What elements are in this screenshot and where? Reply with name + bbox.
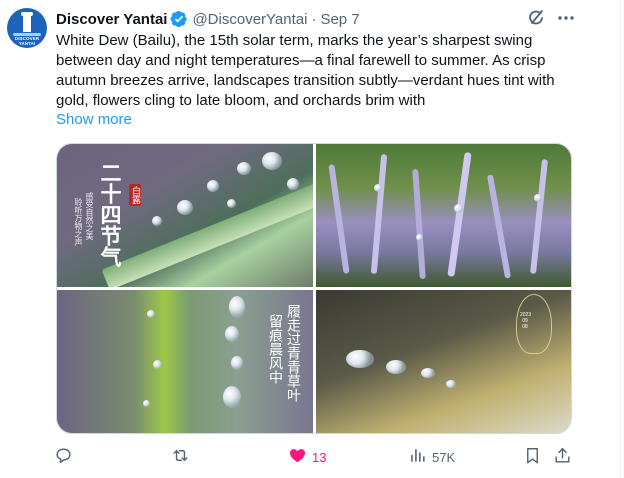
image-date: 2023 09 08 [520,312,532,330]
show-more-link[interactable]: Show more [56,110,132,130]
bookmark-button[interactable] [523,445,542,469]
avatar[interactable]: DISCOVER YANTAI [7,8,47,48]
author-handle[interactable]: @DiscoverYantai [192,11,307,28]
seal-stamp: 白露 [129,184,141,206]
more-options-icon[interactable] [556,8,576,28]
media-image-4[interactable]: 2023 09 08 [316,290,571,433]
timeline-border [620,0,621,478]
avatar-logo-text: DISCOVER YANTAI [14,36,40,46]
share-button[interactable] [553,445,572,469]
poem-column-2: 留痕晨风中 [267,314,283,384]
tweet-date[interactable]: Sep 7 [320,11,359,28]
reply-button[interactable] [54,445,78,469]
like-count: 13 [312,449,327,465]
views-count: 57K [432,449,456,465]
views-button[interactable]: 57K [408,445,455,469]
subtitle-line-1: 感受自然之美 [85,192,94,240]
subtitle-line-2: 聆听万物之声 [74,198,83,246]
tweet-text: White Dew (Bailu), the 15th solar term, … [56,32,555,109]
retweet-button[interactable] [171,445,195,469]
like-button[interactable]: 13 [288,445,326,469]
separator-dot: · [311,10,317,28]
media-image-2[interactable] [316,144,571,287]
retweet-icon [171,446,190,468]
author-name[interactable]: Discover Yantai [56,11,167,28]
views-chart-icon [408,446,427,468]
solar-term-title: 二十四节气 [98,162,123,267]
poem-column-1: 履走过青青草叶 [285,304,301,402]
bookmark-icon [523,446,542,468]
heart-icon [288,446,307,468]
media-image-3[interactable]: 履走过青青草叶 留痕晨风中 [57,290,313,433]
grok-icon[interactable] [526,8,546,28]
tweet-actions: 13 57K [0,445,624,469]
tweet-header: Discover Yantai @DiscoverYantai · Sep 7 [56,9,360,29]
media-grid: 二十四节气 白露 感受自然之美 聆听万物之声 履走过青青草叶 留痕晨风中 202… [56,143,572,434]
reply-icon [54,446,73,468]
media-image-1[interactable]: 二十四节气 白露 感受自然之美 聆听万物之声 [57,144,313,287]
verified-badge-icon[interactable] [170,10,188,28]
share-icon [553,446,572,468]
